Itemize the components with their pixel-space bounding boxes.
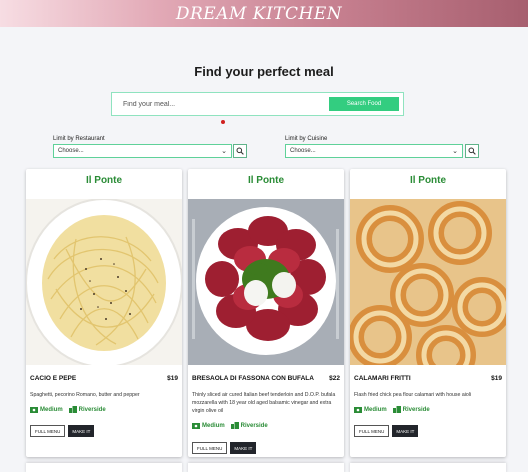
cash-icon — [192, 422, 200, 429]
city-icon — [230, 422, 239, 429]
size-tag: Medium — [354, 406, 387, 413]
search-input[interactable] — [112, 100, 329, 108]
chevron-down-icon: ⌄ — [452, 148, 458, 155]
search-icon — [236, 147, 244, 155]
meal-card: Il Ponte CALAMARI FRITTI $19 Flash fried… — [350, 169, 506, 457]
search-food-button[interactable]: Search Food — [329, 97, 399, 111]
dish-tags: Medium Riverside — [192, 422, 268, 429]
dish-description: Flash fried chick pea flour calamari wit… — [354, 392, 472, 398]
search-bar: Search Food — [111, 92, 404, 116]
dish-name: CALAMARI FRITTI — [354, 375, 411, 382]
full-menu-button[interactable]: FULL MENU — [30, 425, 66, 437]
cuisine-select-value: Choose... — [290, 148, 316, 154]
size-label: Medium — [202, 422, 225, 429]
city-icon — [392, 406, 401, 413]
card-actions: FULL MENU MAKE IT — [192, 442, 257, 454]
cash-icon — [30, 406, 38, 413]
app-title: DREAM KITCHEN — [175, 3, 343, 24]
meal-photo — [188, 199, 344, 365]
dish-price: $19 — [491, 375, 502, 382]
meal-card — [350, 463, 506, 472]
indicator-dot — [221, 120, 225, 124]
city-icon — [68, 406, 77, 413]
restaurant-filter-label: Limit by Restaurant — [53, 136, 105, 142]
full-menu-button[interactable]: FULL MENU — [192, 442, 228, 454]
cash-icon — [354, 406, 362, 413]
page-headline: Find your perfect meal — [194, 64, 334, 79]
location-tag: Riverside — [230, 422, 268, 429]
card-actions: FULL MENU MAKE IT — [30, 425, 95, 437]
meal-card — [188, 463, 344, 472]
dish-name: BRESAOLA DI FASSONA CON BUFALA — [192, 375, 314, 382]
header-banner: DREAM KITCHEN — [0, 0, 528, 27]
dish-price: $22 — [329, 375, 340, 382]
location-label: Riverside — [240, 422, 268, 429]
make-it-button[interactable]: MAKE IT — [392, 425, 419, 437]
dish-description: Thinly sliced air cured Italian beef ten… — [192, 392, 336, 414]
size-tag: Medium — [192, 422, 225, 429]
full-menu-button[interactable]: FULL MENU — [354, 425, 390, 437]
location-label: Riverside — [402, 406, 430, 413]
make-it-button[interactable]: MAKE IT — [68, 425, 95, 437]
restaurant-filter-search-button[interactable] — [233, 144, 247, 158]
dish-tags: Medium Riverside — [354, 406, 430, 413]
chevron-down-icon: ⌄ — [221, 148, 227, 155]
size-label: Medium — [40, 406, 63, 413]
size-tag: Medium — [30, 406, 63, 413]
location-tag: Riverside — [68, 406, 106, 413]
location-tag: Riverside — [392, 406, 430, 413]
meal-card: Il Ponte CACIO E PEPE $19 Spaghetti, pec… — [26, 169, 182, 457]
card-actions: FULL MENU MAKE IT — [354, 425, 419, 437]
dish-description: Spaghetti, pecorino Romano, butter and p… — [30, 392, 140, 398]
make-it-button[interactable]: MAKE IT — [230, 442, 257, 454]
cuisine-select[interactable]: Choose... ⌄ — [285, 144, 463, 158]
location-label: Riverside — [78, 406, 106, 413]
size-label: Medium — [364, 406, 387, 413]
search-icon — [468, 147, 476, 155]
card-restaurant-name: Il Ponte — [85, 175, 123, 186]
meal-photo — [26, 199, 182, 365]
restaurant-select[interactable]: Choose... ⌄ — [53, 144, 232, 158]
meal-card — [26, 463, 182, 472]
dish-price: $19 — [167, 375, 178, 382]
meal-card: Il Ponte BRESAOLA DI FASSONA CON BUFALA … — [188, 169, 344, 457]
restaurant-select-value: Choose... — [58, 148, 84, 154]
meal-photo — [350, 199, 506, 365]
card-restaurant-name: Il Ponte — [247, 175, 285, 186]
dish-tags: Medium Riverside — [30, 406, 106, 413]
cuisine-filter-search-button[interactable] — [465, 144, 479, 158]
cuisine-filter-label: Limit by Cuisine — [285, 136, 328, 142]
card-restaurant-name: Il Ponte — [409, 175, 447, 186]
dish-name: CACIO E PEPE — [30, 375, 77, 382]
